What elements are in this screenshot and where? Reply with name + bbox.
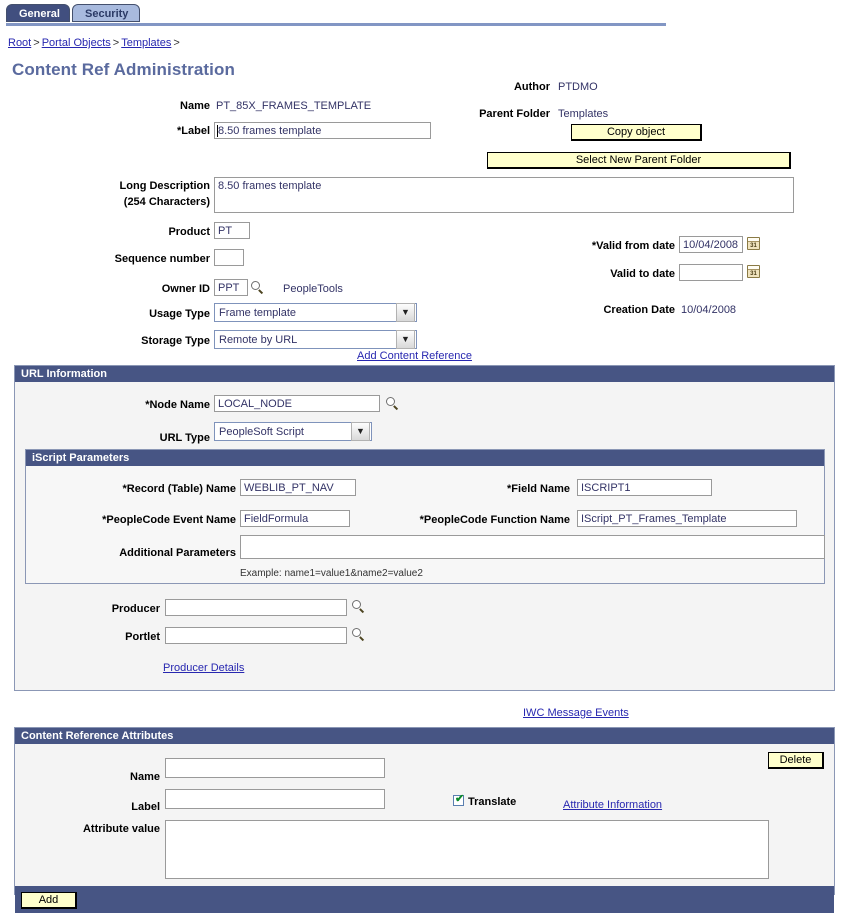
tab-general[interactable]: General [6,4,70,22]
valid-from-calendar-icon[interactable]: 31 [747,237,760,250]
chevron-down-icon: ▼ [351,422,370,441]
parent-folder-value: Templates [558,108,608,120]
record-name-input[interactable] [240,479,356,496]
owner-id-lookup-icon[interactable] [251,281,265,295]
additional-parameters-label: Additional Parameters [106,547,236,559]
copy-object-button[interactable]: Copy object [571,124,702,141]
select-new-parent-folder-button[interactable]: Select New Parent Folder [487,152,791,169]
product-label: Product [100,226,210,238]
translate-checkbox[interactable]: ✔ [453,795,464,806]
additional-parameters-input[interactable] [240,535,825,559]
label-label: *Label [100,125,210,137]
name-value: PT_85X_FRAMES_TEMPLATE [216,100,371,112]
breadcrumb-item-portal-objects[interactable]: Portal Objects [42,37,111,49]
attribute-label-input[interactable] [165,789,385,809]
producer-details-link[interactable]: Producer Details [163,662,244,674]
chevron-down-icon: ▼ [396,330,415,349]
attribute-value-label: Attribute value [78,823,160,835]
translate-label: Translate [468,796,516,808]
storage-type-value: Remote by URL [215,334,396,346]
producer-lookup-icon[interactable] [352,600,366,614]
attribute-name-input[interactable] [165,758,385,778]
page-title: Content Ref Administration [12,60,235,80]
node-name-lookup-icon[interactable] [386,397,400,411]
breadcrumb-separator-2: > [111,37,121,49]
owner-id-description: PeopleTools [283,283,343,295]
storage-type-select[interactable]: Remote by URL ▼ [214,330,417,349]
event-name-input[interactable] [240,510,350,527]
add-button[interactable]: Add [21,892,77,909]
chevron-down-icon: ▼ [396,303,415,322]
storage-type-label: Storage Type [95,335,210,347]
node-name-input[interactable] [214,395,380,412]
name-label: Name [100,100,210,112]
valid-from-date-label: *Valid from date [565,240,675,252]
sequence-number-label: Sequence number [80,253,210,265]
breadcrumb-separator-1: > [31,37,41,49]
valid-to-date-input[interactable] [679,264,743,281]
author-label: Author [440,81,550,93]
sequence-number-input[interactable] [214,249,244,266]
author-value: PTDMO [558,81,598,93]
attribute-information-link[interactable]: Attribute Information [563,799,662,811]
portlet-lookup-icon[interactable] [352,628,366,642]
tab-general-label: General [19,8,60,20]
long-description-label: Long Description [90,180,210,192]
parent-folder-label: Parent Folder [420,108,550,120]
url-information-header: URL Information [15,366,834,382]
breadcrumb: Root>Portal Objects>Templates> [8,37,182,49]
owner-id-label: Owner ID [100,283,210,295]
event-name-label: *PeopleCode Event Name [62,514,236,526]
label-input[interactable] [214,122,431,139]
attribute-label-label: Label [100,801,160,813]
producer-input[interactable] [165,599,347,616]
tab-security-label: Security [85,8,128,20]
record-name-label: *Record (Table) Name [80,483,236,495]
attribute-name-label: Name [100,771,160,783]
url-type-select[interactable]: PeopleSoft Script ▼ [214,422,372,441]
url-type-value: PeopleSoft Script [215,426,351,438]
tab-security[interactable]: Security [72,4,140,22]
creation-date-value: 10/04/2008 [681,304,736,316]
long-description-sublabel: (254 Characters) [90,196,210,208]
checkbox-tick-icon: ✔ [455,794,464,805]
product-input[interactable] [214,222,250,239]
content-reference-attributes-header: Content Reference Attributes [15,728,834,744]
valid-to-calendar-icon[interactable]: 31 [747,265,760,278]
creation-date-label: Creation Date [565,304,675,316]
producer-label: Producer [100,603,160,615]
additional-parameters-example: Example: name1=value1&name2=value2 [240,568,423,579]
portlet-input[interactable] [165,627,347,644]
add-content-reference-link[interactable]: Add Content Reference [357,350,472,362]
function-name-label: *PeopleCode Function Name [388,514,570,526]
url-type-label: URL Type [105,432,210,444]
delete-button[interactable]: Delete [768,752,824,769]
usage-type-label: Usage Type [95,308,210,320]
text-caret [217,125,218,137]
long-description-textarea[interactable] [214,177,794,213]
breadcrumb-separator-3: > [171,37,181,49]
field-name-input[interactable] [577,479,712,496]
usage-type-value: Frame template [215,307,396,319]
iwc-message-events-link[interactable]: IWC Message Events [523,707,629,719]
usage-type-select[interactable]: Frame template ▼ [214,303,417,322]
portlet-label: Portlet [100,631,160,643]
function-name-input[interactable] [577,510,797,527]
breadcrumb-item-root[interactable]: Root [8,37,31,49]
node-name-label: *Node Name [110,399,210,411]
field-name-label: *Field Name [430,483,570,495]
valid-to-date-label: Valid to date [565,268,675,280]
valid-from-date-input[interactable] [679,236,743,253]
tab-underline [6,23,666,26]
owner-id-input[interactable] [214,279,248,296]
iscript-parameters-header: iScript Parameters [26,450,824,466]
attribute-value-textarea[interactable] [165,820,769,879]
breadcrumb-item-templates[interactable]: Templates [121,37,171,49]
tab-bar: General Security [0,2,851,26]
attributes-footer-bar [15,886,834,913]
